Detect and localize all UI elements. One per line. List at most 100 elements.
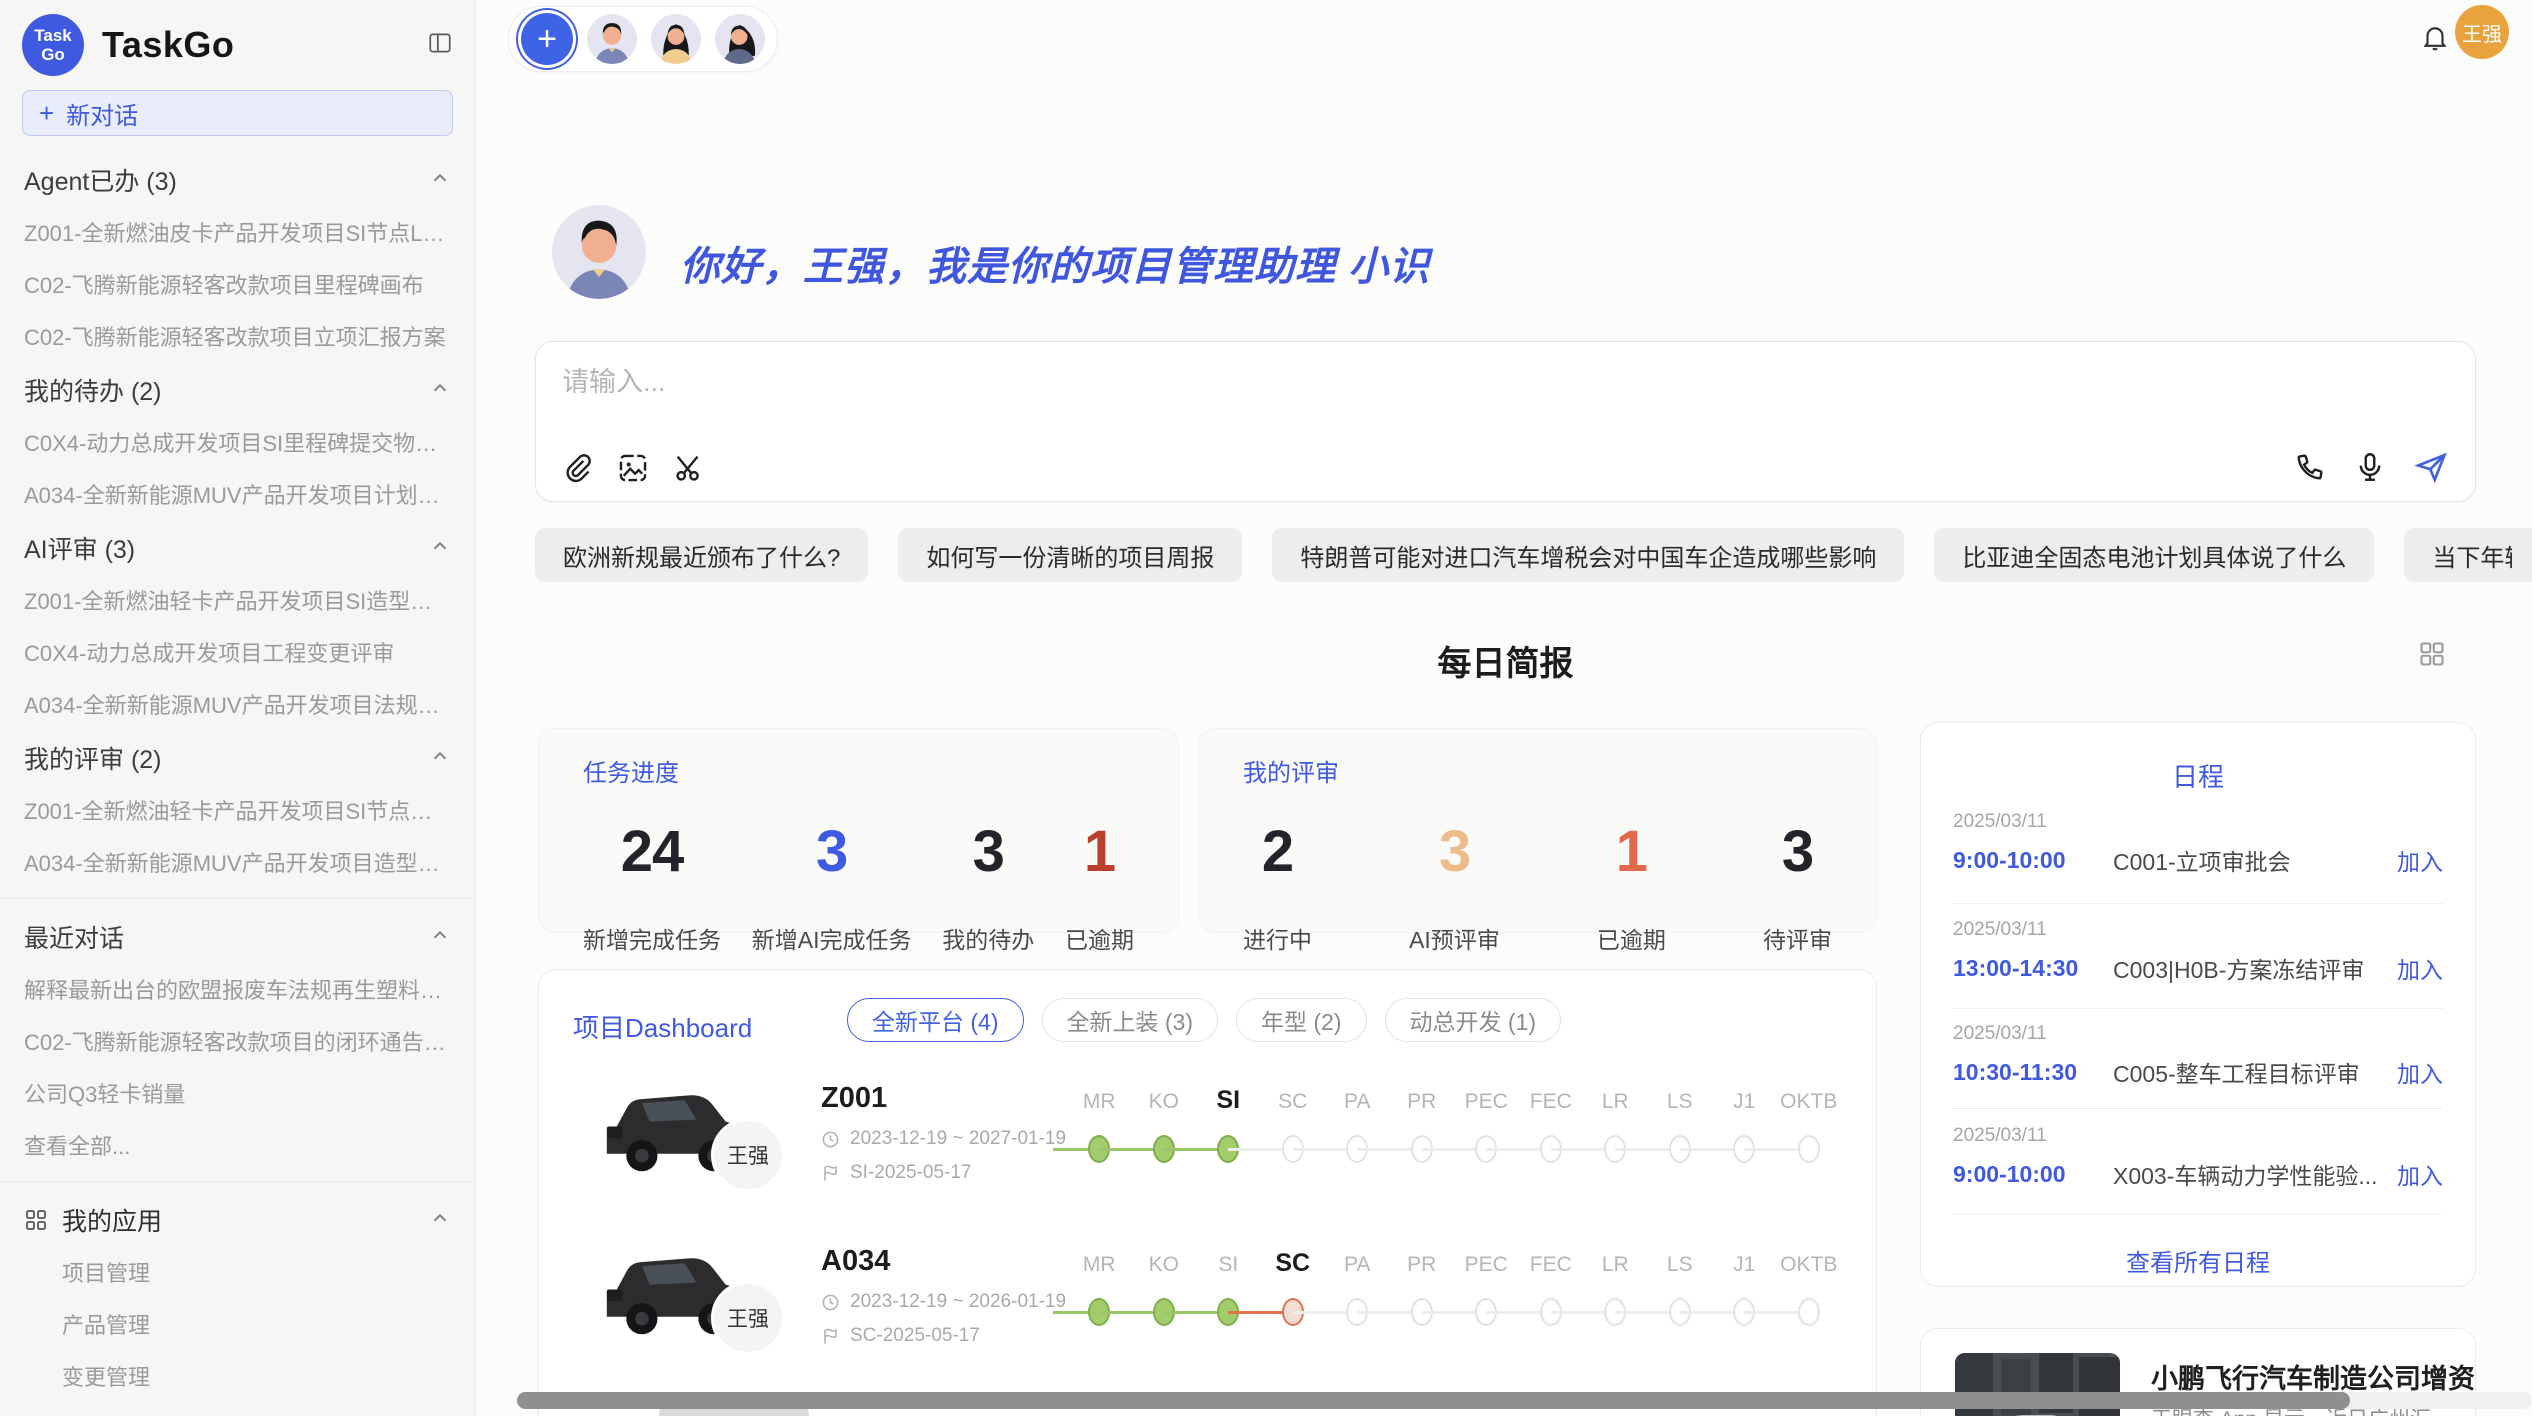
clock-icon [821,1130,840,1149]
tab-all-new-platform[interactable]: 全新平台 (4) [847,998,1024,1042]
app-title: TaskGo [102,24,234,66]
sidebar-item[interactable]: Z001-全新燃油轻卡产品开发项目SI节点属性5D文件评审 [0,784,475,836]
stats-row: 24新增完成任务 3新增AI完成任务 3我的待办 1已逾期 [583,818,1134,955]
sidebar-item[interactable]: A034-全新新能源MUV产品开发项目法规符合性评审 [0,678,475,730]
suggestion-chip[interactable]: 欧洲新规最近颁布了什么? [535,528,868,582]
sidebar-item[interactable]: Z001-全新燃油皮卡产品开发项目SI节点Lesson Learn报告 [0,206,475,258]
stat: 3待评审 [1763,818,1832,955]
project-row[interactable]: 王强 Z001 2023-12-19 ~ 2027-01-19 SI-2025-… [539,1070,1877,1235]
sidebar-item[interactable]: C02-飞腾新能源轻客改款项目里程碑画布 [0,258,475,310]
section-title: Agent已办 (3) [24,162,177,198]
schedule-entry: 2025/03/11 10:30-11:30 C005-整车工程目标评审 加入 [1953,1023,2443,1045]
stat-label: 进行中 [1243,921,1312,955]
sidebar-item[interactable]: 公司Q3轻卡销量 [0,1067,475,1119]
section-header[interactable]: Agent已办 (3) [0,152,475,206]
sidebar-item[interactable]: C0X4-动力总成开发项目工程变更评审 [0,626,475,678]
microphone-icon[interactable] [2353,450,2387,484]
chat-input[interactable] [562,360,2162,424]
avatar[interactable] [587,14,637,64]
section-header[interactable]: 最近对话 [0,909,475,963]
project-dates: 2023-12-19 ~ 2026-01-19 [821,1291,1066,1313]
sidebar-item-view-all[interactable]: 查看全部... [0,1119,475,1171]
send-icon[interactable] [2413,449,2449,485]
scissors-icon[interactable] [672,451,706,485]
section-header[interactable]: 我的待办 (2) [0,362,475,416]
sidebar: Task Go TaskGo + 新对话 Agent已办 (3) Z001-全新… [0,0,476,1416]
clock-icon [821,1293,840,1312]
schedule-time: 9:00-10:00 [1953,847,2113,874]
section-header[interactable]: AI评审 (3) [0,520,475,574]
avatar[interactable] [651,14,701,64]
avatar[interactable] [715,14,765,64]
section-title: 最近对话 [24,919,124,955]
project-flag: SC-2025-05-17 [821,1325,980,1347]
sidebar-item[interactable]: 解释最新出台的欧盟报废车法规再生塑料比例被调至15%... [0,963,475,1015]
layout-grid-icon[interactable] [2418,640,2446,673]
horizontal-scrollbar-thumb[interactable] [517,1392,2350,1409]
tab-powertrain-dev[interactable]: 动总开发 (1) [1385,998,1562,1042]
stat-value: 3 [1439,818,1470,885]
app-item-change-mgmt[interactable]: 变更管理 [0,1350,475,1402]
app-item-project-mgmt[interactable]: 项目管理 [0,1246,475,1298]
divider [1953,903,2443,904]
view-all-schedules-link[interactable]: 查看所有日程 [1921,1243,2475,1278]
suggestion-chip-clipped[interactable] [2512,528,2532,582]
chevron-up-icon [429,745,451,772]
add-contact-button[interactable]: + [521,13,573,65]
tab-year-model[interactable]: 年型 (2) [1236,998,1367,1042]
sidebar-item[interactable]: C02-飞腾新能源轻客改款项目立项汇报方案 [0,310,475,362]
suggestion-chips: 欧洲新规最近颁布了什么? 如何写一份清晰的项目周报 特朗普可能对进口汽车增税会对… [535,528,2532,582]
stat: 3 AI预评审 [1409,818,1500,955]
schedule-entry: 2025/03/11 9:00-10:00 C001-立项审批会 加入 [1953,811,2443,833]
sidebar-item[interactable]: C0X4-动力总成开发项目SI里程碑提交物检查 [0,416,475,468]
user-avatar[interactable]: 王强 [2455,5,2509,59]
stat: 3我的待办 [942,818,1034,955]
new-chat-button[interactable]: + 新对话 [22,90,453,136]
phone-call-icon[interactable] [2293,450,2327,484]
attachment-icon[interactable] [560,451,594,485]
project-row[interactable]: 王强 A034 2023-12-19 ~ 2026-01-19 SC-2025-… [539,1233,1877,1398]
suggestion-chip[interactable]: 比亚迪全固态电池计划具体说了什么 [1934,528,2374,582]
stat-label: AI预评审 [1409,921,1500,955]
join-link[interactable]: 加入 [2397,1055,2443,1089]
project-dates: 2023-12-19 ~ 2027-01-19 [821,1128,1066,1150]
sidebar-item[interactable]: C02-飞腾新能源轻客改款项目的闭环通告反馈情况 [0,1015,475,1067]
sidebar-item[interactable]: Z001-全新燃油轻卡产品开发项目SI造型提交物评审 [0,574,475,626]
sidebar-section-my-review: 我的评审 (2) Z001-全新燃油轻卡产品开发项目SI节点属性5D文件评审 A… [0,730,475,888]
chevron-up-icon [429,924,451,951]
date-range: 2023-12-19 ~ 2027-01-19 [850,1128,1066,1150]
divider [0,898,475,899]
image-icon[interactable] [616,451,650,485]
flag-icon [821,1327,840,1346]
stat: 1已逾期 [1065,818,1134,955]
app-item-view-all[interactable]: 查看全部... [0,1402,475,1416]
join-link[interactable]: 加入 [2397,951,2443,985]
suggestion-chip[interactable]: 如何写一份清晰的项目周报 [898,528,1242,582]
join-link[interactable]: 加入 [2397,843,2443,877]
my-review-card: 我的评审 2进行中 3AI预评审 1已逾期 3待评审 [1198,728,1877,933]
assistant-avatar [552,205,646,299]
project-code: A034 [821,1245,890,1278]
milestone-timeline: MRKOSISCPAPRPECFECLRLSJ1OKTB [1067,1251,1867,1347]
app-item-product-mgmt[interactable]: 产品管理 [0,1298,475,1350]
stat: 2进行中 [1243,818,1312,955]
sidebar-item[interactable]: A034-全新新能源MUV产品开发项目造型可行性评审 [0,836,475,888]
news-title: 小鹏飞行汽车制造公司增资 [2151,1357,2475,1396]
collapse-sidebar-icon[interactable] [427,30,453,61]
logo-line2: Go [41,45,65,64]
schedule-row: 9:00-10:00 C001-立项审批会 加入 [1953,843,2443,877]
notification-bell-icon[interactable] [2420,22,2450,57]
divider [0,1181,475,1182]
project-code: Z001 [821,1082,887,1115]
divider [1953,1008,2443,1009]
sidebar-item[interactable]: A034-全新新能源MUV产品开发项目计划变更表编写 [0,468,475,520]
suggestion-chip[interactable]: 特朗普可能对进口汽车增税会对中国车企造成哪些影响 [1272,528,1904,582]
date-range: 2023-12-19 ~ 2026-01-19 [850,1291,1066,1313]
tab-all-new-body[interactable]: 全新上装 (3) [1042,998,1219,1042]
chevron-up-icon [429,1207,451,1234]
section-header[interactable]: 我的应用 [0,1192,475,1246]
chevron-up-icon [429,377,451,404]
section-header[interactable]: 我的评审 (2) [0,730,475,784]
join-link[interactable]: 加入 [2397,1157,2443,1191]
section-title: AI评审 (3) [24,530,135,566]
